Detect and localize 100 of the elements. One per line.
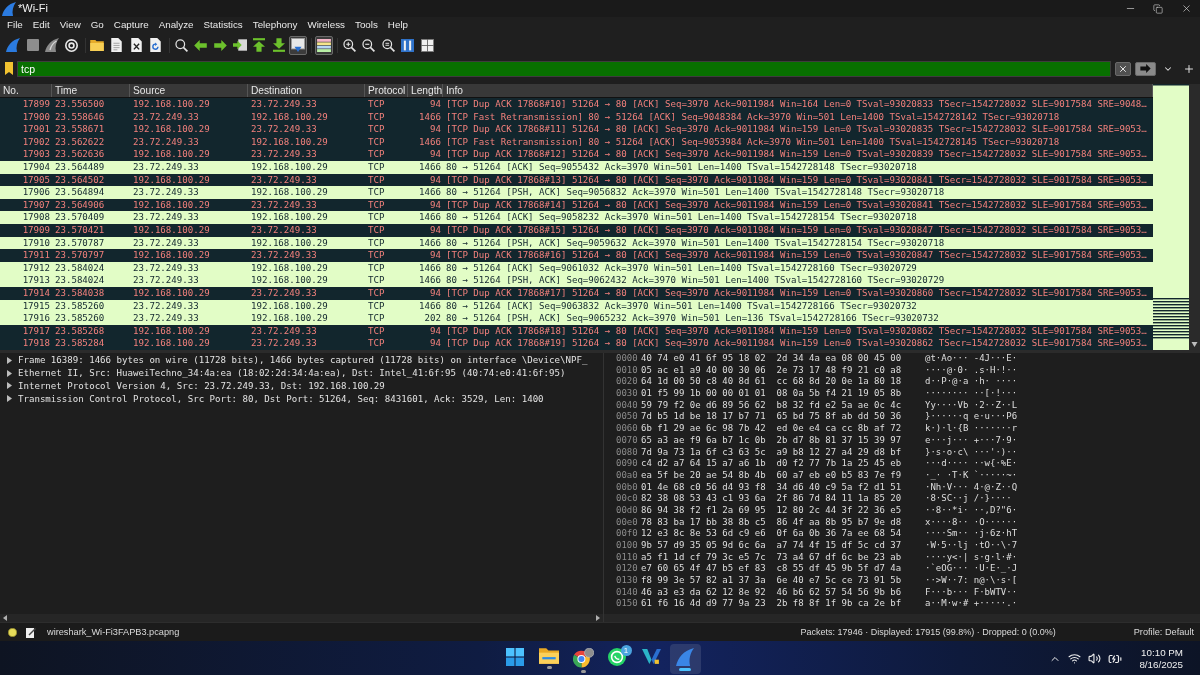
wifi-icon <box>1068 652 1082 665</box>
packet-stats: Packets: 17946 · Displayed: 17915 (99.8%) · Dropped: 0 (0.0%) <box>800 627 1056 637</box>
packet-row[interactable]: 17903 23.562636 192.168.100.29 23.72.249.33 TCP 94 [TCP Dup ACK 17868#12] 51264 → 80 [ACK] Seq=3970 Ack=9011984 Win=159 Len=0 TSval=93020839 TSecr=1542728032 SLE=9017584 SRE=9053… <box>0 148 1153 161</box>
clear-filter-button[interactable] <box>1115 61 1131 76</box>
protocol-name: TCP <box>368 124 385 135</box>
horizontal-scrollbar[interactable] <box>0 614 603 622</box>
packet-row[interactable]: 17901 23.558671 192.168.100.29 23.72.249.33 TCP 94 [TCP Dup ACK 17868#11] 51264 → 80 [ACK] Seq=3970 Ack=9011984 Win=159 Len=0 TSval=93020835 TSecr=1542728032 SLE=9017584 SRE=9053… <box>0 123 1153 136</box>
menu-item[interactable]: Wireless <box>307 18 345 32</box>
destination-address: 192.168.100.29 <box>251 187 328 198</box>
column-header[interactable]: Length <box>411 84 443 97</box>
menu-item[interactable]: Help <box>387 18 408 32</box>
taskbar-app-button[interactable] <box>669 643 701 674</box>
source-address: 23.72.249.33 <box>133 212 199 223</box>
hex-bytes: 61 f6 16 4d d9 77 9a 23 2b f8 8f 1f 9b ca 2e bf <box>641 598 903 611</box>
packet-number: 17910 <box>22 237 50 248</box>
tree-item[interactable]: Transmission Control Protocol, Src Port: 80, Dst Port: 51264, Seq: 8431601, Ack: 3529, Len: 1400 <box>0 392 603 406</box>
packet-number: 17914 <box>22 287 50 298</box>
source-address: 23.72.249.33 <box>133 300 199 311</box>
destination-address: 23.72.249.33 <box>251 224 317 235</box>
tree-item[interactable]: Ethernet II, Src: HuaweiTechno_34:4a:ea (18:02:2d:34:4a:ea), Dst: Intel_41:6f:95 (40:74:e0:41:6f:95) <box>0 366 603 380</box>
destination-address: 192.168.100.29 <box>251 313 328 324</box>
menu-item[interactable]: Go <box>90 18 104 32</box>
packet-row[interactable]: 17906 23.564894 23.72.249.33 192.168.100.29 TCP 1466 80 → 51264 [PSH, ACK] Seq=9056832 Ack=3970 Win=501 Len=1400 TSval=1542728148 TSecr=93020718 <box>0 186 1153 199</box>
hex-bytes: f8 99 3e 57 82 a1 37 3a 6e 40 e7 5c ce 73 91 5b <box>641 575 903 587</box>
bookmark-icon <box>5 62 13 75</box>
column-header[interactable]: No. <box>3 84 19 97</box>
hex-bytes: 40 74 e0 41 6f 95 18 02 2d 34 4a ea 08 00 45 00 <box>641 353 903 365</box>
protocol-name: TCP <box>368 149 385 160</box>
tree-item[interactable]: Internet Protocol Version 4, Src: 23.72.249.33, Dst: 192.168.100.29 <box>0 379 603 393</box>
target-icon <box>65 38 78 52</box>
menu-item[interactable]: Edit <box>32 18 50 32</box>
hex-bytes: 01 4e 68 c0 56 d4 93 f8 34 d6 40 c9 5a f2 d1 51 <box>641 481 903 494</box>
ascii-bytes: e···j··· +···7·9· <box>925 434 1019 447</box>
column-header[interactable]: Source <box>133 84 166 97</box>
byte-offset: 0050 <box>616 411 639 424</box>
source-address: 192.168.100.29 <box>133 124 210 135</box>
network-button[interactable] <box>1068 652 1082 665</box>
minimap-scrollbar[interactable] <box>1153 84 1200 350</box>
packet-length: 94 <box>430 199 441 210</box>
packet-length: 94 <box>430 287 441 298</box>
menu-item[interactable]: Telephony <box>252 18 298 32</box>
destination-address: 192.168.100.29 <box>251 262 328 273</box>
packet-number: 17899 <box>22 99 50 109</box>
toolbar-button[interactable] <box>43 35 61 55</box>
horizontal-scrollbar[interactable] <box>604 614 1200 622</box>
column-header[interactable]: Time <box>55 84 78 97</box>
packet-row[interactable]: 17916 23.585260 23.72.249.33 192.168.100.29 TCP 202 80 → 51264 [PSH, ACK] Seq=9065232 Ack=3970 Win=501 Len=136 TSval=1542728166 TSecr=93020732 <box>0 312 1153 325</box>
packet-info: 80 → 51264 [PSH, ACK] Seq=9059632 Ack=3970 Win=501 Len=1400 TSval=1542728154 TSecr=93020718 <box>446 237 945 248</box>
menu-item[interactable]: Statistics <box>203 18 243 32</box>
column-header[interactable]: Protocol <box>368 84 406 97</box>
hex-bytes: 46 a3 e3 da 62 12 8e 92 46 b6 62 57 54 56 9b b6 <box>641 586 903 599</box>
destination-address: 192.168.100.29 <box>251 111 328 122</box>
toolbar-button[interactable] <box>250 35 268 55</box>
menu-item[interactable]: Tools <box>355 18 378 32</box>
ascii-bytes: ····y<·| s·g·l·#· <box>925 551 1019 563</box>
packet-number: 17913 <box>22 275 50 286</box>
chat-bubble-icon <box>608 647 626 666</box>
packet-info: [TCP Fast Retransmission] 80 → 51264 [ACK] Seq=9053984 Ack=3970 Win=501 Len=1400 TSval=1542728145 TSecr=93020718 <box>446 136 1060 147</box>
packet-row[interactable]: 17908 23.570409 23.72.249.33 192.168.100.29 TCP 1466 80 → 51264 [ACK] Seq=9058232 Ack=3970 Win=501 Len=1400 TSval=1542728154 TSecr=93020718 <box>0 211 1153 224</box>
ascii-bytes: ·W·5··lj ·tO··\·7 <box>925 540 1019 552</box>
packet-info: [TCP Fast Retransmission] 80 → 51264 [ACK] Seq=9048384 Ack=3970 Win=501 Len=1400 TSval=1542728142 TSecr=93020718 <box>446 111 1060 122</box>
packet-row[interactable]: 17911 23.570797 192.168.100.29 23.72.249.33 TCP 94 [TCP Dup ACK 17868#16] 51264 → 80 [ACK] Seq=3970 Ack=9011984 Win=159 Len=0 TSval=93020847 TSecr=1542728032 SLE=9017584 SRE=9053… <box>0 249 1153 262</box>
table-grid-icon <box>420 38 434 52</box>
jump-arrow-icon <box>232 39 247 51</box>
packet-info: [TCP Dup ACK 17868#17] 51264 → 80 [ACK] Seq=3970 Ack=9011984 Win=159 Len=0 TSval=93020860 TSecr=1542728032 SLE=9017584 SRE=9053… <box>446 287 1147 298</box>
ascii-bytes: ·_· ·T·K `·····~· <box>925 469 1019 482</box>
apply-filter-button[interactable] <box>1135 61 1156 76</box>
byte-offset: 0070 <box>616 434 639 447</box>
packet-number: 17902 <box>22 136 50 147</box>
menu-item[interactable]: File <box>7 18 23 32</box>
windows-logo-icon <box>506 647 524 666</box>
packet-row[interactable]: 17918 23.585284 192.168.100.29 23.72.249.33 TCP 94 [TCP Dup ACK 17868#19] 51264 → 80 [ACK] Seq=3970 Ack=9011984 Win=159 Len=0 TSval=93020862 TSecr=1542728032 SLE=9017584 SRE=9053… <box>0 337 1153 350</box>
volume-button[interactable] <box>1088 652 1102 665</box>
menu-item[interactable]: Analyze <box>158 18 194 32</box>
timestamp: 23.558646 <box>55 111 105 122</box>
toolbar-button[interactable] <box>289 35 307 55</box>
packet-row[interactable]: 17913 23.584024 23.72.249.33 192.168.100.29 TCP 1466 80 → 51264 [PSH, ACK] Seq=9062432 Ack=3970 Win=501 Len=1400 TSval=1542728160 TSecr=93020729 <box>0 274 1153 287</box>
packet-row[interactable]: 17899 23.556500 192.168.100.29 23.72.249.33 TCP 94 [TCP Dup ACK 17868#10] 51264 → 80 [ACK] Seq=3970 Ack=9011984 Win=164 Len=0 TSval=93020833 TSecr=1542728032 SLE=9017584 SRE=9048… <box>0 98 1153 111</box>
protocol-name: TCP <box>368 250 385 261</box>
column-header[interactable]: Info <box>446 84 463 97</box>
ascii-bytes: @t·Ao··· -4J···E· <box>925 353 1019 365</box>
tree-item[interactable]: Frame 16389: 1466 bytes on wire (11728 bits), 1466 bytes captured (11728 bits) on interface \Device\NPF_ <box>0 354 603 367</box>
timestamp: 23.564489 <box>55 161 105 172</box>
menu-item[interactable]: Capture <box>113 18 149 32</box>
menu-item[interactable]: View <box>59 18 81 32</box>
file-name: wireshark_Wi-Fi3FAPB3.pcapng <box>47 627 180 637</box>
column-header[interactable]: Destination <box>251 84 302 97</box>
arrow-down-to-line-icon <box>272 38 285 52</box>
packet-number: 17900 <box>22 111 50 122</box>
byte-offset: 0110 <box>616 551 639 564</box>
left-triangle-icon <box>3 615 7 621</box>
display-filter-field[interactable]: tcp <box>17 60 1111 77</box>
protocol-name: TCP <box>368 338 385 349</box>
profile-label[interactable]: Profile: Default <box>1133 627 1194 637</box>
timestamp: 23.584024 <box>55 262 105 273</box>
destination-address: 23.72.249.33 <box>251 338 317 349</box>
toolbar-button[interactable] <box>314 35 333 55</box>
packet-number: 17904 <box>22 161 50 172</box>
byte-offset: 00e0 <box>616 516 639 529</box>
hex-bytes: e7 60 65 4f 47 b5 ef 83 c8 55 df 45 9b 5f d7 4a <box>641 563 903 576</box>
